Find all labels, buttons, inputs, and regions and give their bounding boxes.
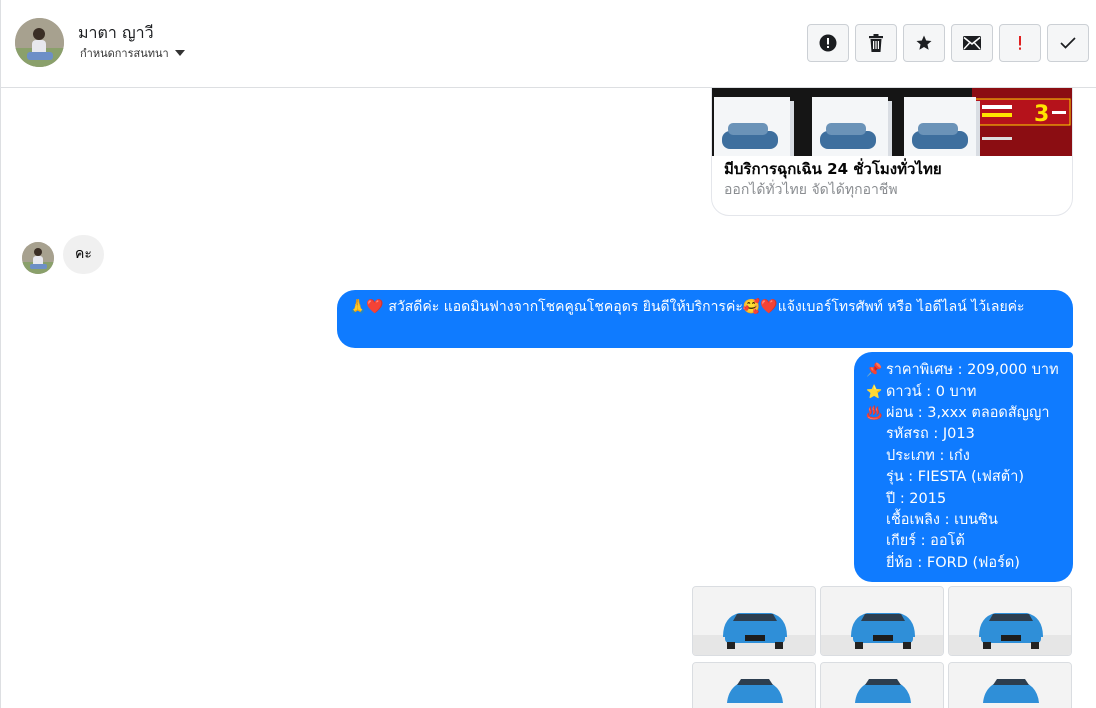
incoming-message-bubble: คะ — [63, 235, 104, 274]
detail-line: รหัสรถ : J013 — [886, 426, 975, 443]
car-photo[interactable] — [820, 586, 944, 656]
hot-springs-icon: ♨️ — [866, 405, 883, 421]
detail-line: เกียร์ : ออโต้ — [886, 533, 965, 550]
card-subtitle: ออกได้ทั่วไทย จัดได้ทุกอาชีพ — [724, 182, 898, 198]
car-image — [693, 663, 815, 708]
star-emoji-icon: ⭐ — [866, 384, 883, 400]
conversation-actions — [807, 24, 1089, 62]
car-photo[interactable] — [692, 586, 816, 656]
follow-up-button[interactable] — [999, 24, 1041, 62]
detail-line: รุ่น : FIESTA (เฟสต้า) — [886, 469, 1024, 486]
caret-down-icon — [174, 50, 185, 56]
assign-conversation-dropdown[interactable]: กำหนดการสนทนา — [80, 44, 185, 62]
star-icon — [916, 35, 932, 50]
assign-label: กำหนดการสนทนา — [80, 47, 169, 60]
detail-line: ดาวน์ : 0 บาท — [886, 383, 977, 400]
car-photo[interactable] — [948, 662, 1072, 708]
detail-line: ปี : 2015 — [886, 490, 947, 507]
promo-image: 3 — [712, 88, 1072, 156]
mark-spam-button[interactable] — [807, 24, 849, 62]
conversation-header: มาตา ญาวี กำหนดการสนทนา — [1, 0, 1096, 88]
car-image — [949, 663, 1071, 708]
exclamation-icon — [1019, 36, 1021, 50]
check-icon — [1060, 37, 1076, 49]
outgoing-message-bubble: 🙏❤️ สวัสดีค่ะ แอดมินฟางจากโชคคูณโชคอุดร … — [337, 290, 1073, 348]
pin-icon: 📌 — [866, 363, 883, 379]
detail-line: เชื้อเพลิง : เบนซิน — [886, 511, 998, 528]
mark-unread-button[interactable] — [951, 24, 993, 62]
car-details-message-bubble: 📌 ราคาพิเศษ : 209,000 บาท ⭐ ดาวน์ : 0 บาท … — [854, 352, 1073, 582]
car-image — [949, 587, 1071, 655]
promo-number: 3 — [1034, 102, 1049, 127]
car-image — [821, 587, 943, 655]
car-image — [821, 663, 943, 708]
car-image — [693, 587, 815, 655]
link-preview-card[interactable]: 3 มีบริการฉุกเฉิน 24 ชั่วโมงทั่วไทย ออกไ… — [711, 88, 1073, 216]
detail-line: ราคาพิเศษ : 209,000 บาท — [886, 362, 1059, 379]
inbox-conversation-view: มาตา ญาวี กำหนดการสนทนา 3 มีบริการฉุกเฉิ… — [0, 0, 1096, 708]
envelope-icon — [963, 36, 981, 50]
car-photo[interactable] — [820, 662, 944, 708]
detail-line: ยี่ห้อ : FORD (ฟอร์ด) — [886, 554, 1020, 571]
detail-line: ผ่อน : 3,xxx ตลอดสัญญา — [886, 404, 1050, 421]
contact-name: มาตา ญาวี — [78, 23, 154, 42]
detail-line: ประเภท : เก๋ง — [886, 447, 970, 464]
star-button[interactable] — [903, 24, 945, 62]
message-thread: 3 มีบริการฉุกเฉิน 24 ชั่วโมงทั่วไทย ออกไ… — [1, 88, 1096, 708]
card-title: มีบริการฉุกเฉิน 24 ชั่วโมงทั่วไทย — [724, 160, 942, 178]
car-photo[interactable] — [692, 662, 816, 708]
trash-icon — [869, 34, 883, 52]
car-photo[interactable] — [948, 586, 1072, 656]
alert-circle-icon — [819, 34, 837, 52]
sender-avatar[interactable] — [22, 242, 54, 274]
contact-avatar[interactable] — [15, 18, 64, 67]
delete-button[interactable] — [855, 24, 897, 62]
mark-done-button[interactable] — [1047, 24, 1089, 62]
